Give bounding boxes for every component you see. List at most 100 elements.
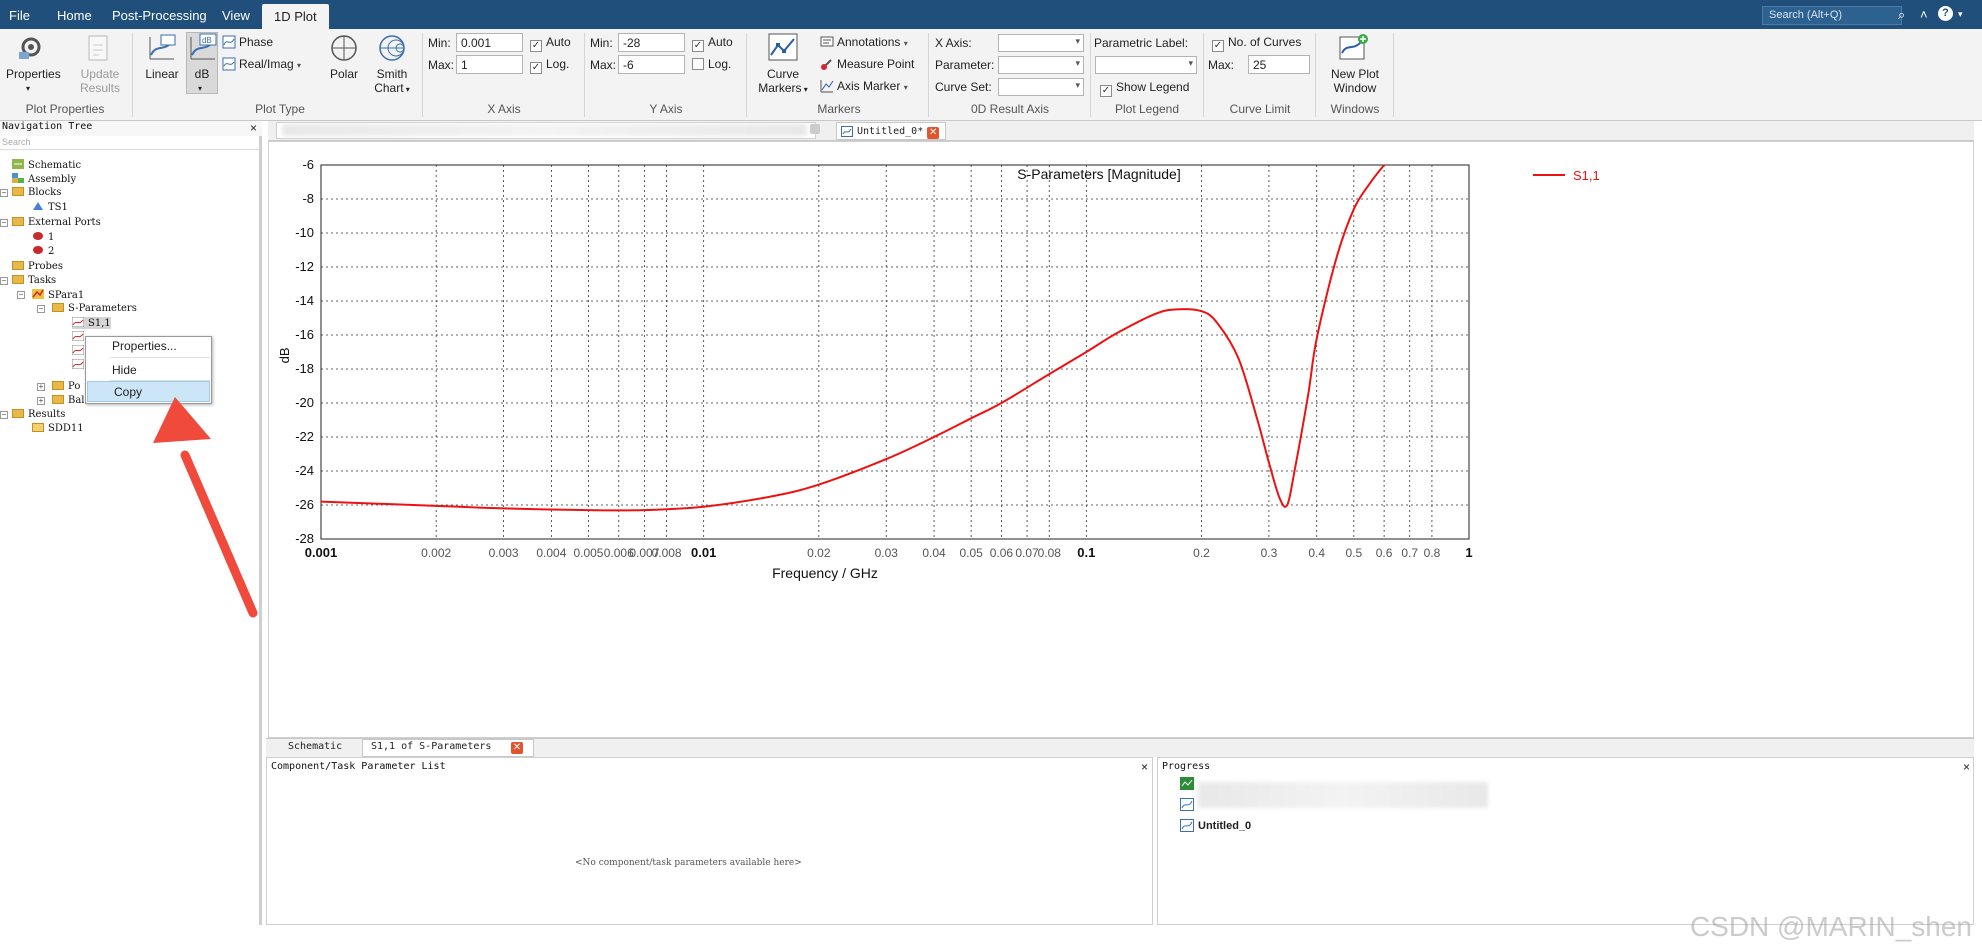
menu-view[interactable]: View bbox=[222, 8, 250, 23]
legend-label[interactable]: S1,1 bbox=[1573, 168, 1600, 183]
x-tick-label: 0.04 bbox=[922, 546, 946, 560]
tab-schematic[interactable]: Schematic bbox=[288, 741, 342, 752]
tree-item-tasks[interactable]: Tasks bbox=[12, 275, 56, 286]
measure-point-button[interactable]: Measure Point bbox=[820, 57, 914, 71]
new-plot-window-button[interactable]: New Plot bbox=[1320, 67, 1390, 81]
no-of-curves-checkbox[interactable]: ✓ No. of Curves bbox=[1212, 35, 1301, 52]
y-auto-checkbox[interactable]: ✓ Auto bbox=[692, 35, 733, 52]
tree-item-probes[interactable]: Probes bbox=[12, 261, 63, 272]
folder-icon bbox=[12, 261, 24, 270]
curve-markers-button[interactable]: Curve bbox=[755, 67, 811, 81]
ribbon-separator bbox=[928, 33, 929, 117]
real-imag-button[interactable]: Real/Imag ▾ bbox=[222, 57, 301, 73]
close-icon[interactable]: × bbox=[1141, 760, 1148, 774]
help-dropdown-icon[interactable]: ▾ bbox=[1958, 9, 1963, 20]
expand-toggle-icon[interactable]: + bbox=[37, 397, 45, 405]
od-curve-set-select[interactable] bbox=[998, 78, 1084, 96]
properties-button[interactable]: Properties bbox=[6, 67, 61, 81]
expand-toggle-icon[interactable]: − bbox=[0, 219, 8, 227]
polar-button[interactable]: Polar bbox=[322, 67, 366, 81]
menu-home[interactable]: Home bbox=[57, 8, 92, 23]
linear-button[interactable]: Linear bbox=[140, 67, 184, 81]
tree-item-port-2[interactable]: 2 bbox=[32, 245, 54, 257]
expand-toggle-icon[interactable]: − bbox=[17, 291, 25, 299]
expand-toggle-icon[interactable]: + bbox=[37, 383, 45, 391]
menu-1d-plot[interactable]: 1D Plot bbox=[262, 4, 329, 29]
tree-item-external-ports[interactable]: External Ports bbox=[12, 217, 101, 228]
tree-item-po[interactable]: Po bbox=[52, 381, 80, 392]
parametric-label-select[interactable] bbox=[1095, 56, 1197, 74]
properties-dropdown-icon[interactable]: ▾ bbox=[26, 82, 30, 96]
chart-legend[interactable]: S1,1 bbox=[1533, 168, 1600, 183]
tree-item-blocks[interactable]: Blocks bbox=[12, 187, 61, 198]
y-min-input[interactable]: -28 bbox=[618, 33, 685, 52]
context-menu-copy[interactable]: Copy bbox=[114, 385, 142, 399]
no-of-curves-check-icon: ✓ bbox=[1212, 40, 1224, 52]
expand-toggle-icon[interactable]: − bbox=[37, 305, 45, 313]
help-icon[interactable]: ? bbox=[1938, 6, 1953, 21]
menu-post-processing[interactable]: Post-Processing bbox=[112, 8, 207, 23]
close-icon[interactable]: × bbox=[1963, 760, 1970, 774]
phase-button[interactable]: Phase bbox=[222, 35, 273, 49]
tree-item-results[interactable]: Results bbox=[12, 409, 65, 420]
menu-file[interactable]: File bbox=[9, 8, 30, 23]
expand-toggle-icon[interactable]: − bbox=[0, 277, 8, 285]
db-dropdown-icon[interactable]: ▾ bbox=[198, 82, 202, 96]
x-tick-label: 0.8 bbox=[1424, 546, 1441, 560]
tree-item-assembly[interactable]: Assembly bbox=[12, 173, 76, 185]
blurred-progress-content bbox=[1198, 782, 1488, 808]
tree-item-sdd11[interactable]: SDD11 bbox=[32, 423, 84, 434]
progress-item-untitled[interactable]: Untitled_0 bbox=[1198, 820, 1251, 832]
search-icon[interactable]: ⌕ bbox=[1898, 7, 1905, 23]
x-max-input[interactable]: 1 bbox=[456, 55, 523, 74]
annotations-button[interactable]: Annotations ▾ bbox=[820, 35, 908, 51]
expand-toggle-icon[interactable]: − bbox=[0, 411, 8, 419]
x-log-checkbox[interactable]: ✓ Log. bbox=[530, 57, 569, 74]
properties-icon bbox=[19, 37, 41, 59]
minimize-ribbon-icon[interactable]: ˄ bbox=[1920, 7, 1928, 22]
od-parameter-select[interactable] bbox=[998, 56, 1084, 74]
context-menu-properties[interactable]: Properties... bbox=[112, 339, 177, 353]
expand-toggle-icon[interactable]: − bbox=[0, 189, 8, 197]
navigation-search-input[interactable]: Search bbox=[0, 137, 259, 150]
context-menu-hide[interactable]: Hide bbox=[112, 363, 137, 377]
assembly-icon bbox=[12, 173, 24, 183]
tree-item-s-parameters[interactable]: S-Parameters bbox=[52, 303, 137, 314]
ribbon-separator bbox=[1090, 33, 1091, 117]
tree-item-port-1[interactable]: 1 bbox=[32, 231, 54, 243]
close-icon[interactable] bbox=[810, 124, 820, 134]
x-min-label: Min: bbox=[428, 36, 451, 50]
tab-s11-container[interactable]: S1,1 of S-Parameters ✕ bbox=[362, 739, 534, 757]
od-x-axis-select[interactable] bbox=[998, 34, 1084, 52]
tree-item-spara1[interactable]: SPara1 bbox=[32, 289, 84, 301]
smith-chart-button[interactable]: Smith bbox=[370, 67, 414, 81]
close-icon[interactable]: × bbox=[250, 121, 257, 135]
curve-max-input[interactable]: 25 bbox=[1248, 55, 1310, 74]
y-log-check-icon bbox=[692, 58, 704, 70]
x-auto-checkbox[interactable]: ✓ Auto bbox=[530, 35, 571, 52]
axis-marker-button[interactable]: Axis Marker ▾ bbox=[820, 79, 908, 95]
tree-item-schematic[interactable]: Schematic bbox=[12, 159, 81, 171]
doc-tab-untitled[interactable]: Untitled_0* ✕ bbox=[836, 122, 947, 140]
search-input[interactable]: Search (Alt+Q) bbox=[1762, 6, 1902, 25]
update-results-button[interactable]: Update bbox=[74, 67, 126, 81]
tab-s11[interactable]: S1,1 of S-Parameters bbox=[371, 741, 491, 752]
phase-icon bbox=[222, 35, 236, 49]
tree-item-ts1[interactable]: TS1 bbox=[32, 201, 68, 213]
tree-item-s11[interactable]: S1,1 bbox=[72, 317, 111, 329]
x-tick-label: 0.5 bbox=[1345, 546, 1362, 560]
x-tick-label: 0.004 bbox=[536, 546, 566, 560]
x-min-input[interactable]: 0.001 bbox=[456, 33, 523, 52]
real-imag-label: Real/Imag bbox=[239, 57, 294, 71]
context-menu: Properties... Hide Copy bbox=[85, 336, 212, 404]
curve-icon bbox=[72, 359, 84, 369]
y-log-checkbox[interactable]: Log. bbox=[692, 57, 731, 71]
close-tab-icon[interactable]: ✕ bbox=[927, 127, 940, 139]
x-tick-label: 0.008 bbox=[652, 546, 682, 560]
y-max-input[interactable]: -6 bbox=[618, 55, 685, 74]
axis-marker-label: Axis Marker bbox=[837, 79, 901, 93]
show-legend-checkbox[interactable]: ✓ Show Legend bbox=[1100, 80, 1189, 97]
close-tab-icon[interactable]: ✕ bbox=[511, 742, 523, 754]
y-tick-label: -22 bbox=[295, 429, 314, 444]
plot-area[interactable]: S-Parameters [Magnitude] -6 -8 -10 -12 -14 -1… bbox=[268, 141, 1974, 738]
